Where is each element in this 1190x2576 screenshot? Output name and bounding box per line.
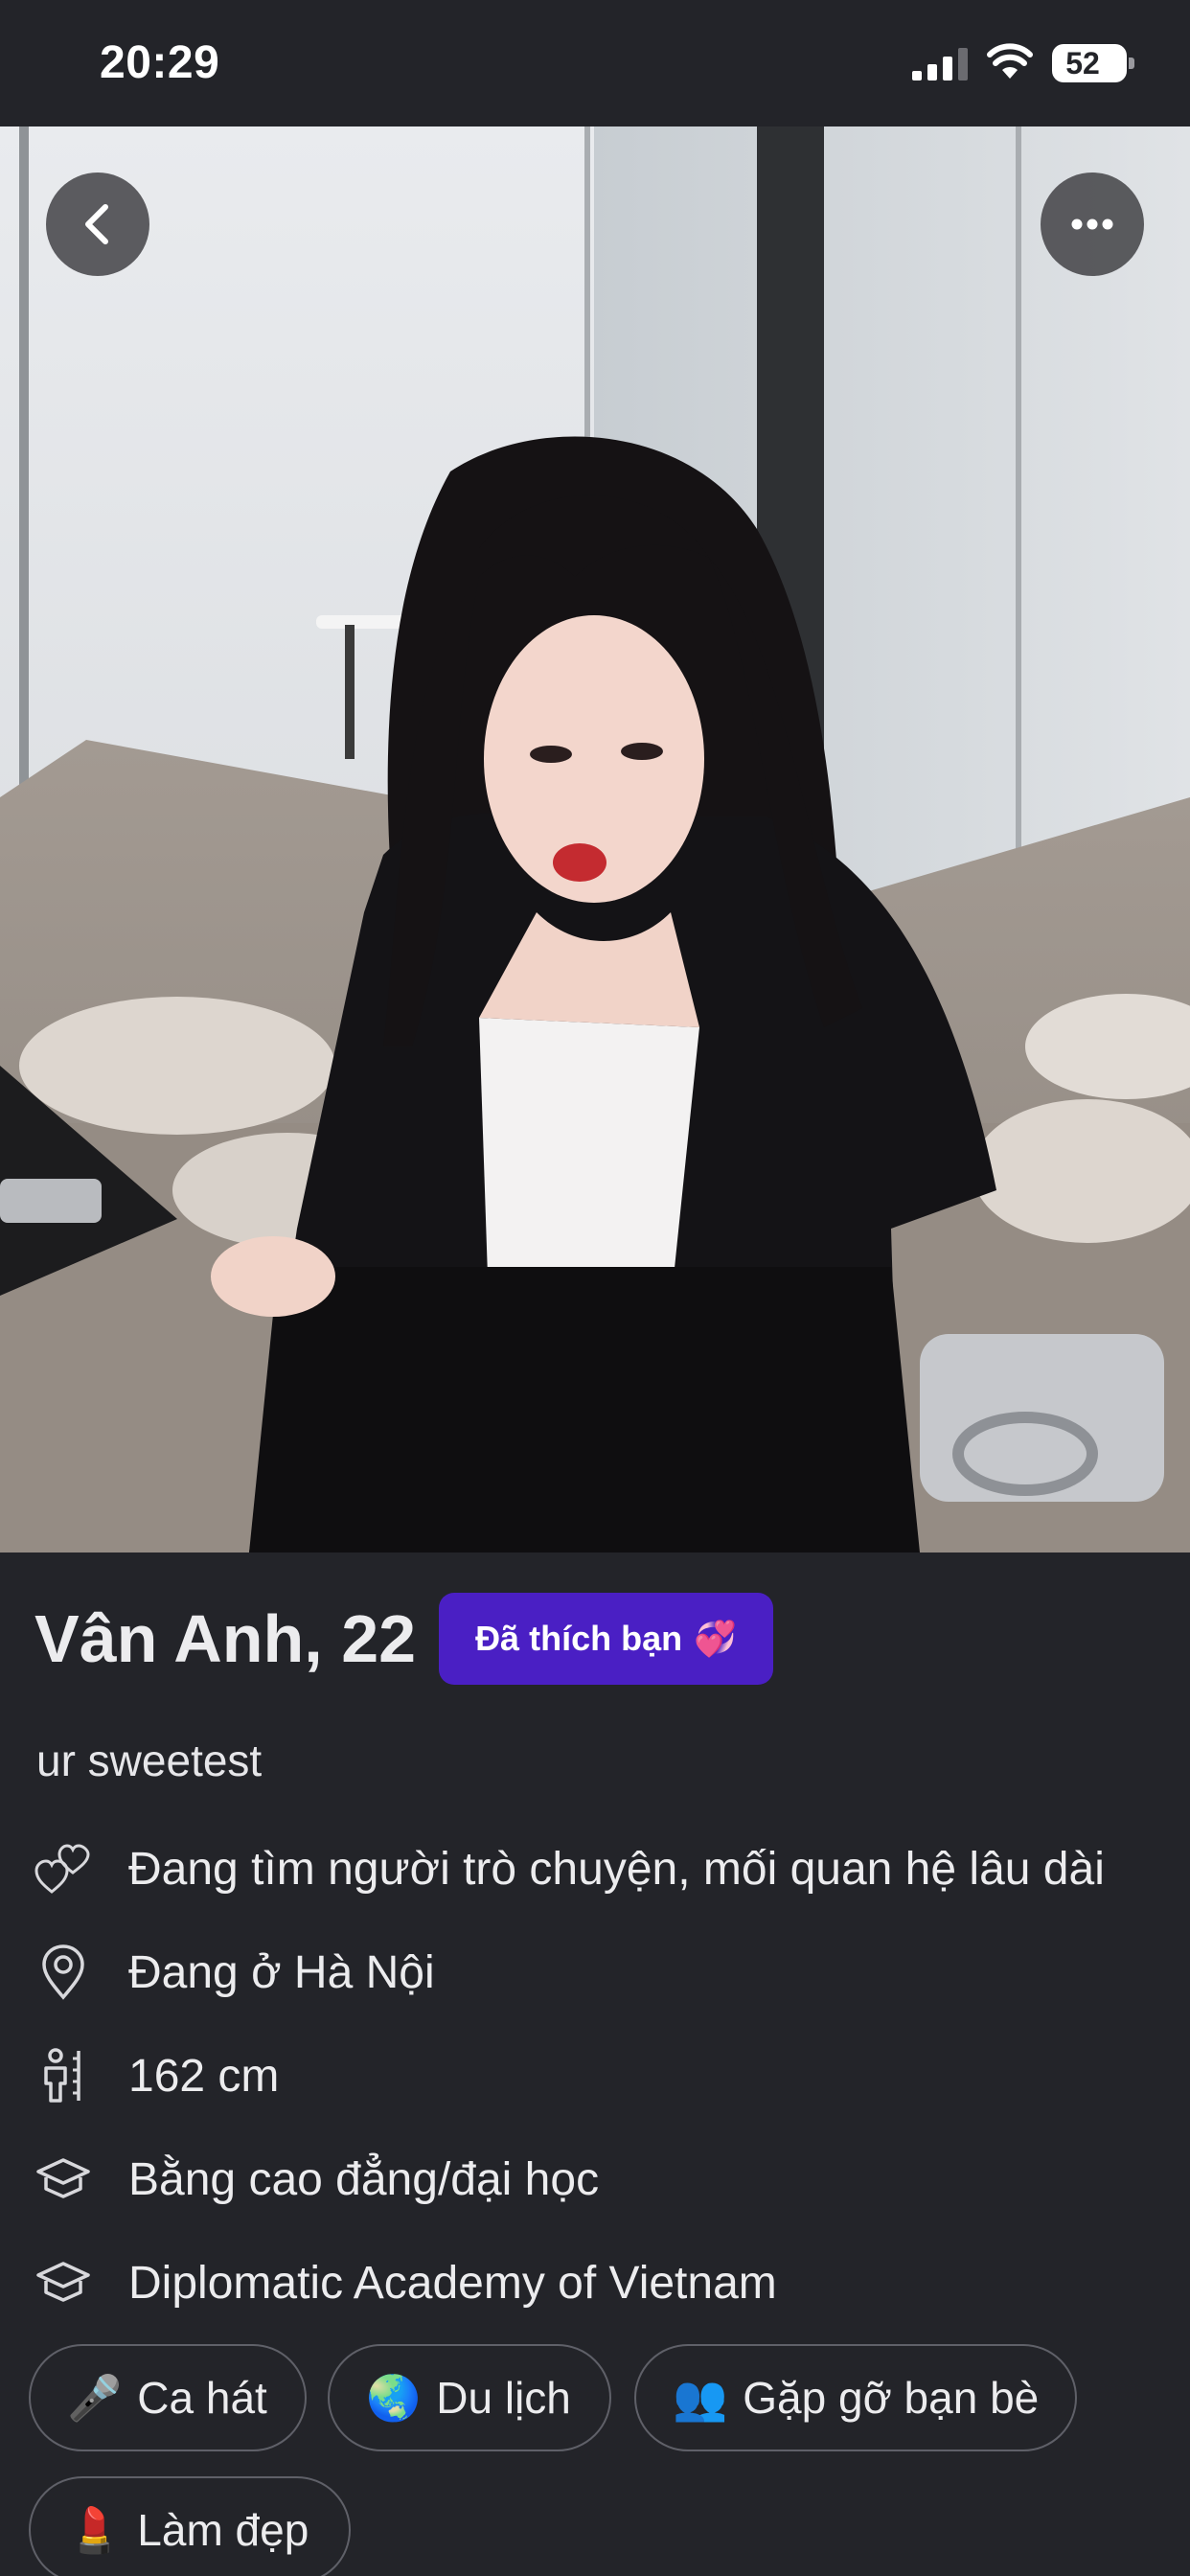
profile-bio: ur sweetest <box>36 1736 263 1785</box>
wifi-icon <box>987 43 1033 79</box>
height-icon <box>44 2048 80 2103</box>
interest-label: Làm đẹp <box>137 2505 309 2555</box>
info-row-education-level: Bằng cao đẳng/đại học <box>34 2145 1184 2214</box>
profile-name-age: Vân Anh, 22 <box>34 1601 417 1676</box>
profile-header: Vân Anh, 22 Đã thích bạn 💞 <box>34 1593 773 1685</box>
interest-chip-singing[interactable]: 🎤 Ca hát <box>29 2344 307 2451</box>
sparkling-heart-icon: 💞 <box>694 1619 737 1658</box>
info-location: Đang ở Hà Nội <box>128 1946 435 1998</box>
interest-chip-travel[interactable]: 🌏 Du lịch <box>328 2344 611 2451</box>
hearts-icon <box>34 1844 90 1894</box>
interest-chip-beauty[interactable]: 💄 Làm đẹp <box>29 2476 351 2576</box>
info-row-school: Diplomatic Academy of Vietnam <box>34 2248 1184 2317</box>
back-button[interactable] <box>46 172 149 276</box>
liked-you-badge: Đã thích bạn 💞 <box>439 1593 773 1685</box>
interest-label: Du lịch <box>436 2373 571 2423</box>
profile-photo-image <box>0 126 1190 1552</box>
ellipsis-icon <box>1071 218 1113 230</box>
graduation-cap-icon <box>36 2158 90 2198</box>
battery-level: 52 <box>1065 46 1100 80</box>
globe-icon: 🌏 <box>366 2371 422 2424</box>
profile-photo[interactable] <box>0 126 1190 1552</box>
info-row-location: Đang ở Hà Nội <box>34 1938 1184 2007</box>
cellular-signal-icon <box>912 48 968 80</box>
info-school: Diplomatic Academy of Vietnam <box>128 2257 777 2309</box>
graduation-cap-icon <box>36 2262 90 2302</box>
people-icon: 👥 <box>673 2371 728 2424</box>
info-education-level: Bằng cao đẳng/đại học <box>128 2153 600 2205</box>
battery-indicator: 52 <box>1052 44 1134 82</box>
interest-label: Ca hát <box>137 2373 267 2423</box>
status-bar: 20:29 52 <box>0 0 1190 126</box>
chevron-left-icon <box>85 204 108 244</box>
info-row-looking-for: Đang tìm người trò chuyện, mối quan hệ l… <box>34 1834 1184 1903</box>
info-looking-for: Đang tìm người trò chuyện, mối quan hệ l… <box>128 1843 1105 1895</box>
info-row-height: 162 cm <box>34 2041 1184 2110</box>
microphone-icon: 🎤 <box>67 2371 123 2424</box>
interest-label: Gặp gỡ bạn bè <box>743 2373 1040 2423</box>
lipstick-icon: 💄 <box>67 2503 123 2556</box>
location-pin-icon <box>42 1944 84 2000</box>
status-time: 20:29 <box>100 37 220 88</box>
interest-chip-meeting-friends[interactable]: 👥 Gặp gỡ bạn bè <box>634 2344 1077 2451</box>
liked-you-badge-label: Đã thích bạn <box>475 1619 683 1658</box>
battery-cap <box>1129 58 1134 69</box>
more-options-button[interactable] <box>1041 172 1144 276</box>
info-height: 162 cm <box>128 2050 280 2102</box>
